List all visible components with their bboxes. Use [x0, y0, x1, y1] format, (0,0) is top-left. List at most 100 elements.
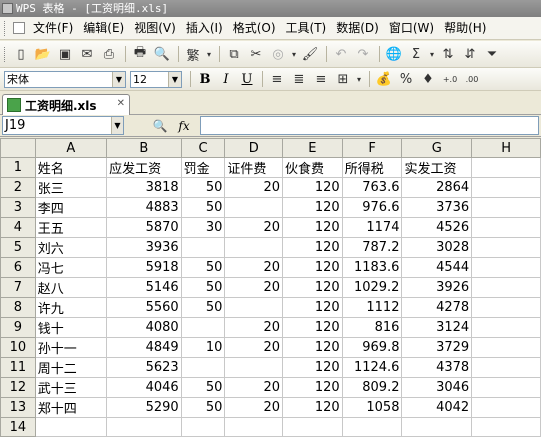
zoom-search-icon[interactable]: 🔍 — [150, 117, 170, 135]
autosum-icon[interactable]: Σ — [406, 44, 426, 64]
cell[interactable]: 20 — [224, 177, 284, 198]
cell[interactable]: 应发工资 — [106, 157, 182, 178]
cell[interactable]: 816 — [341, 317, 403, 338]
cut-icon[interactable]: ✂ — [246, 44, 266, 64]
cell[interactable] — [471, 377, 541, 398]
cell[interactable]: 刘六 — [34, 237, 108, 258]
menu-file[interactable]: 文件(F) — [28, 18, 78, 39]
filter-icon[interactable]: ⏷ — [482, 44, 502, 64]
cell[interactable]: 5918 — [106, 257, 182, 278]
cell[interactable] — [471, 157, 541, 178]
save-icon[interactable]: ▣ — [55, 44, 75, 64]
cell[interactable]: 罚金 — [180, 157, 226, 178]
row-header[interactable]: 9 — [0, 317, 36, 338]
cell[interactable]: 5146 — [106, 277, 182, 298]
cell[interactable]: 120 — [282, 357, 343, 378]
sort-descending-icon[interactable]: ⇵ — [460, 44, 480, 64]
dropdown-arrow-icon[interactable]: ▾ — [205, 44, 213, 64]
row-header[interactable]: 14 — [0, 417, 36, 437]
column-header-g[interactable]: G — [401, 138, 473, 158]
cell[interactable] — [180, 417, 226, 437]
column-header-h[interactable]: H — [471, 138, 541, 158]
dropdown-arrow-icon[interactable]: ▾ — [355, 69, 363, 89]
chevron-down-icon[interactable]: ▼ — [112, 71, 125, 87]
cell[interactable]: 120 — [282, 397, 343, 418]
cell[interactable]: 120 — [282, 217, 343, 238]
cell[interactable]: 1029.2 — [341, 277, 403, 298]
insert-function-button[interactable]: fx — [174, 117, 194, 135]
cell[interactable] — [471, 177, 541, 198]
cell[interactable] — [471, 217, 541, 238]
cell[interactable]: 120 — [282, 257, 343, 278]
cell[interactable] — [341, 417, 403, 437]
row-header[interactable]: 8 — [0, 297, 36, 318]
cell[interactable] — [471, 197, 541, 218]
cell[interactable]: 4883 — [106, 197, 182, 218]
cell[interactable]: 4278 — [401, 297, 473, 318]
cell[interactable]: 5870 — [106, 217, 182, 238]
cell[interactable]: 郑十四 — [34, 397, 108, 418]
cell[interactable] — [471, 257, 541, 278]
undo-icon[interactable]: ↶ — [331, 44, 351, 64]
open-folder-icon[interactable]: 📂 — [33, 44, 53, 64]
cell[interactable] — [401, 417, 473, 437]
sort-ascending-icon[interactable]: ⇅ — [438, 44, 458, 64]
cell[interactable]: 50 — [180, 277, 226, 298]
cell[interactable] — [224, 417, 284, 437]
cell[interactable] — [471, 397, 541, 418]
cell[interactable] — [224, 197, 284, 218]
row-header[interactable]: 4 — [0, 217, 36, 238]
menu-help[interactable]: 帮助(H) — [439, 18, 491, 39]
cell[interactable]: 4046 — [106, 377, 182, 398]
menu-insert[interactable]: 插入(I) — [181, 18, 228, 39]
cell[interactable] — [282, 417, 343, 437]
cell[interactable]: 763.6 — [341, 177, 403, 198]
cell[interactable]: 证件费 — [224, 157, 284, 178]
cell[interactable]: 1124.6 — [341, 357, 403, 378]
cell[interactable]: 所得税 — [341, 157, 403, 178]
cell[interactable]: 5560 — [106, 297, 182, 318]
cell[interactable]: 120 — [282, 317, 343, 338]
row-header[interactable]: 3 — [0, 197, 36, 218]
cell[interactable]: 李四 — [34, 197, 108, 218]
cell[interactable]: 120 — [282, 337, 343, 358]
spreadsheet-grid[interactable]: A B C D E F G H 1 姓名 应发工资 罚金 证件费 伙食费 所得税 实发工资 2 张… — [0, 138, 541, 437]
cell[interactable]: 50 — [180, 397, 226, 418]
row-header[interactable]: 6 — [0, 257, 36, 278]
cell[interactable]: 4042 — [401, 397, 473, 418]
cell[interactable]: 20 — [224, 337, 284, 358]
copy-icon[interactable]: ⧉ — [224, 44, 244, 64]
cell[interactable]: 969.8 — [341, 337, 403, 358]
hyperlink-icon[interactable]: 🌐 — [384, 44, 404, 64]
cell[interactable]: 1112 — [341, 297, 403, 318]
cell[interactable]: 伙食费 — [282, 157, 343, 178]
cell[interactable]: 许九 — [34, 297, 108, 318]
cell[interactable]: 3124 — [401, 317, 473, 338]
paste-icon[interactable]: ◎ — [268, 44, 288, 64]
cell[interactable]: 实发工资 — [401, 157, 473, 178]
format-painter-icon[interactable]: 🖌 — [300, 44, 320, 64]
cell[interactable]: 武十三 — [34, 377, 108, 398]
cell[interactable] — [224, 237, 284, 258]
cell[interactable]: 120 — [282, 237, 343, 258]
name-box[interactable]: J19 ▼ — [2, 116, 124, 135]
cell[interactable]: 1058 — [341, 397, 403, 418]
mail-icon[interactable]: ✉ — [77, 44, 97, 64]
menu-data[interactable]: 数据(D) — [331, 18, 384, 39]
formula-input[interactable] — [200, 116, 539, 135]
cell[interactable]: 4526 — [401, 217, 473, 238]
cell[interactable]: 809.2 — [341, 377, 403, 398]
cell[interactable]: 120 — [282, 177, 343, 198]
cell[interactable]: 1174 — [341, 217, 403, 238]
align-right-icon[interactable]: ≡ — [311, 69, 331, 89]
redo-icon[interactable]: ↷ — [353, 44, 373, 64]
cell[interactable]: 钱十 — [34, 317, 108, 338]
cell[interactable]: 50 — [180, 257, 226, 278]
select-all-corner[interactable] — [0, 138, 36, 158]
cell[interactable]: 20 — [224, 217, 284, 238]
cell[interactable]: 50 — [180, 297, 226, 318]
column-header-f[interactable]: F — [341, 138, 403, 158]
font-size-select[interactable]: 12 ▼ — [130, 70, 182, 88]
column-header-c[interactable]: C — [180, 138, 226, 158]
cell[interactable] — [471, 297, 541, 318]
